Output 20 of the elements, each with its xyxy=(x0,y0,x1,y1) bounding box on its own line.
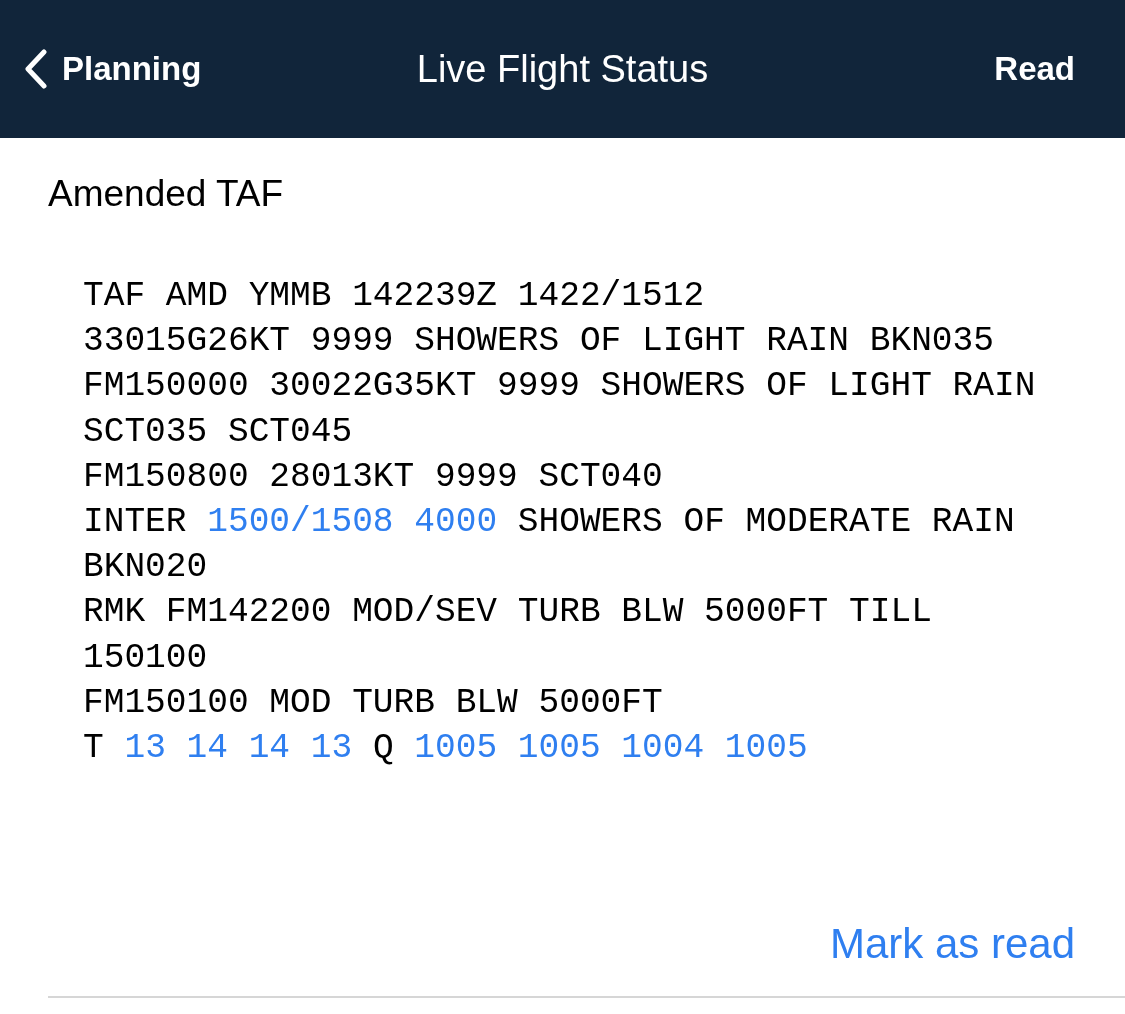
data-link[interactable]: 13 14 14 13 xyxy=(124,728,353,768)
taf-line: SCT035 SCT045 xyxy=(83,410,353,453)
taf-line: FM150000 30022G35KT 9999 SHOWERS OF LIGHT RAIN xyxy=(83,365,1036,408)
back-button[interactable]: Planning xyxy=(24,49,202,89)
back-chevron-icon xyxy=(24,49,48,89)
taf-line: RMK FM142200 MOD/SEV TURB BLW 5000FT TILL xyxy=(83,591,932,634)
taf-line: FM150100 MOD TURB BLW 5000FT xyxy=(83,681,663,724)
taf-line: T 13 14 14 13 Q 1005 1005 1004 1005 xyxy=(83,727,808,770)
taf-line: INTER 1500/1508 4000 SHOWERS OF MODERATE RAIN xyxy=(83,501,1015,543)
taf-line: BKN020 xyxy=(83,546,208,589)
message-title: Amended TAF xyxy=(48,172,285,216)
taf-line: 150100 xyxy=(83,636,208,679)
taf-line: 33015G26KT 9999 SHOWERS OF LIGHT RAIN BKN035 xyxy=(83,320,994,363)
taf-line: FM150800 28013KT 9999 SCT040 xyxy=(83,455,663,498)
data-link[interactable]: 1005 1005 1004 1005 xyxy=(414,728,808,768)
read-button[interactable]: Read xyxy=(994,50,1075,88)
data-link[interactable]: 1500/1508 4000 xyxy=(207,502,498,541)
taf-line: TAF AMD YMMB 142239Z 1422/1512 xyxy=(83,275,705,317)
mark-as-read-button[interactable]: Mark as read xyxy=(829,920,1075,969)
screen-title: Live Flight Status xyxy=(416,47,709,91)
